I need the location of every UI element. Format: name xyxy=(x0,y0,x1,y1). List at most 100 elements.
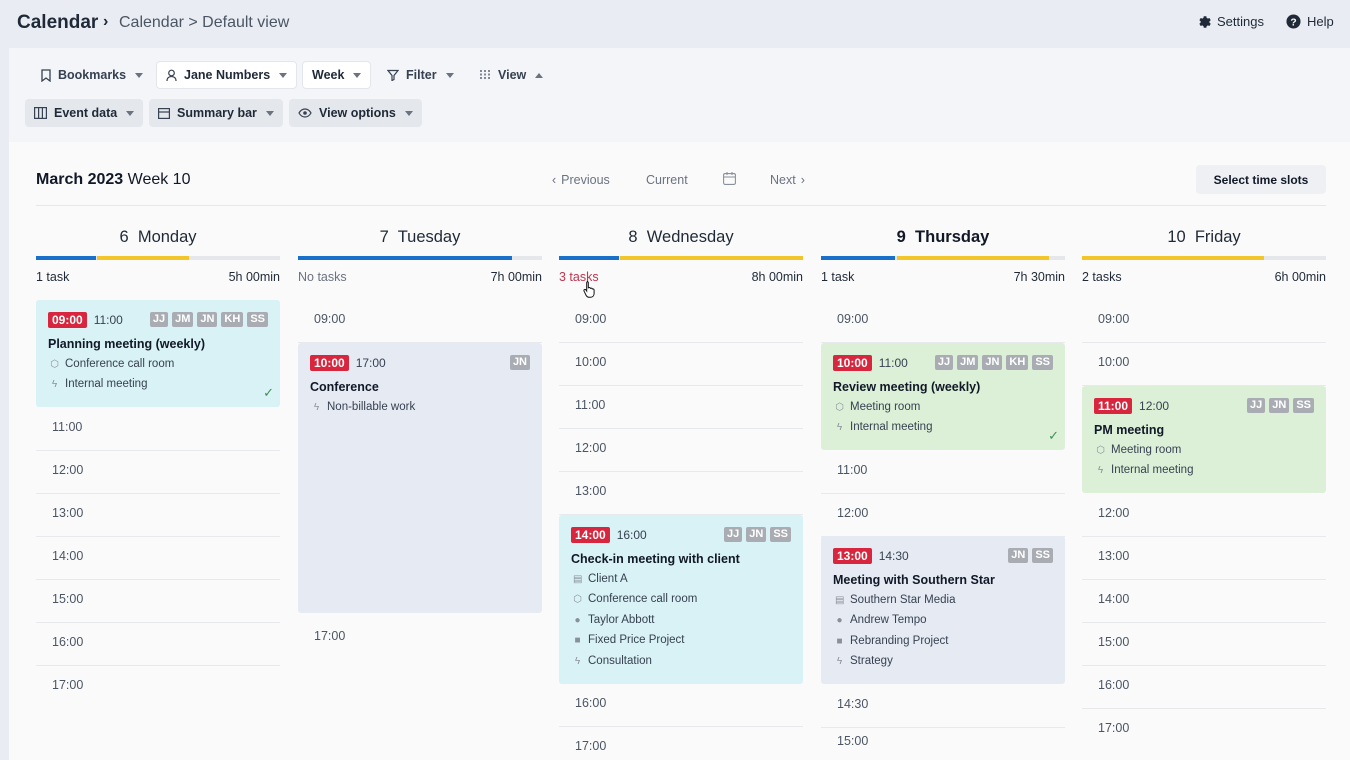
view-options-dropdown[interactable]: View options xyxy=(289,99,422,127)
event-card[interactable]: 14:00 16:00 JJ JN SS Check-in meeting wit… xyxy=(559,515,803,684)
time-slot[interactable]: 14:00 xyxy=(1082,580,1326,623)
event-end-time: 11:00 xyxy=(878,356,908,370)
top-header: Calendar › Calendar > Default view Setti… xyxy=(0,0,1350,48)
range-dropdown[interactable]: Week xyxy=(302,61,372,89)
select-time-slots-button[interactable]: Select time slots xyxy=(1196,165,1326,194)
time-slot[interactable]: 13:00 xyxy=(559,472,803,515)
time-slot[interactable]: 13:00 xyxy=(36,494,280,537)
event-title: Planning meeting (weekly) xyxy=(48,337,205,351)
time-slot[interactable]: 11:00 xyxy=(821,451,1065,494)
help-button[interactable]: ? Help xyxy=(1286,14,1334,29)
event-card[interactable]: 13:00 14:30 JN SS Meeting with Southern S… xyxy=(821,536,1065,684)
day-column-tuesday: 7 Tuesday No tasks 7h 00min 09:00 10:00 1… xyxy=(298,220,542,760)
avatar: JJ xyxy=(934,355,954,370)
breadcrumb-separator: › xyxy=(103,13,109,30)
filter-dropdown[interactable]: Filter xyxy=(378,61,463,89)
bolt-icon: ϟ xyxy=(51,378,58,390)
task-count[interactable]: 2 tasks xyxy=(1082,270,1122,284)
user-icon xyxy=(166,69,177,81)
settings-button[interactable]: Settings xyxy=(1197,14,1264,29)
day-progress-bar xyxy=(298,256,542,260)
time-slot[interactable]: 17:00 xyxy=(36,666,280,709)
time-slot[interactable]: 09:00 xyxy=(821,300,1065,343)
time-slot[interactable]: 12:00 xyxy=(559,429,803,472)
day-header[interactable]: 9 Thursday xyxy=(821,228,1065,247)
event-card[interactable]: 10:00 17:00 JN Conference ϟ Non-billable w… xyxy=(298,343,542,613)
building-icon: ▤ xyxy=(573,573,583,585)
task-count[interactable]: No tasks xyxy=(298,270,347,284)
user-dropdown[interactable]: Jane Numbers xyxy=(156,61,298,89)
time-slot[interactable]: 09:00 xyxy=(559,300,803,343)
time-slot[interactable]: 13:00 xyxy=(1082,537,1326,580)
next-label: Next xyxy=(770,173,796,187)
time-slot[interactable]: 09:00 xyxy=(298,300,542,343)
time-slot[interactable]: 10:00 xyxy=(1082,343,1326,386)
time-slot[interactable]: 10:00 xyxy=(559,343,803,386)
day-header[interactable]: 7 Tuesday xyxy=(298,228,542,247)
time-slot[interactable]: 16:00 xyxy=(559,684,803,727)
event-card[interactable]: 10:00 11:00 JJ JM JN KH SS Review meeting… xyxy=(821,343,1065,450)
cube-icon: ⬡ xyxy=(835,401,844,413)
avatar: SS xyxy=(1032,548,1053,563)
time-slot[interactable]: 11:00 xyxy=(36,408,280,451)
day-column-friday: 10 Friday 2 tasks 6h 00min 09:00 10:00 1… xyxy=(1082,220,1326,760)
time-slot[interactable]: 12:00 xyxy=(821,494,1065,537)
bolt-icon: ϟ xyxy=(1097,464,1104,476)
time-slot[interactable]: 17:00 xyxy=(1082,709,1326,752)
next-button[interactable]: Next › xyxy=(770,173,805,187)
time-slot[interactable]: 15:00 xyxy=(36,580,280,623)
time-slot[interactable]: 17:00 xyxy=(298,617,542,660)
task-count[interactable]: 1 task xyxy=(821,270,854,284)
calendar-main: March 2023 Week 10 ‹ Previous Current Ne… xyxy=(9,142,1350,760)
time-slot[interactable]: 15:00 xyxy=(1082,623,1326,666)
time-slot[interactable]: 11:00 xyxy=(559,386,803,429)
check-icon: ✓ xyxy=(1048,428,1059,443)
time-slot[interactable]: 15:00 xyxy=(821,722,1065,760)
avatar: JN xyxy=(746,527,767,542)
day-column-thursday: 9 Thursday 1 task 7h 30min 09:00 10:00 11… xyxy=(821,220,1065,760)
day-header[interactable]: 10 Friday xyxy=(1082,228,1326,247)
calendar-picker-button[interactable] xyxy=(723,172,736,185)
day-header[interactable]: 6 Monday xyxy=(36,228,280,247)
time-slot[interactable]: 17:00 xyxy=(559,727,803,760)
time-slot[interactable]: 12:00 xyxy=(1082,494,1326,537)
breadcrumb[interactable]: Calendar > Default view xyxy=(119,14,289,32)
event-title: Meeting with Southern Star xyxy=(833,573,995,587)
event-card[interactable]: 11:00 12:00 JJ JN SS PM meeting ⬡ Meeting … xyxy=(1082,386,1326,493)
attendee-avatars: JJ JM JN KH SS xyxy=(149,312,268,327)
event-client: ▤ Southern Star Media xyxy=(835,594,956,606)
help-label: Help xyxy=(1307,14,1334,29)
event-location: ⬡ Conference call room xyxy=(50,358,175,370)
total-hours: 8h 00min xyxy=(751,270,803,284)
event-title: PM meeting xyxy=(1094,423,1165,437)
summary-bar-dropdown[interactable]: Summary bar xyxy=(149,99,283,127)
view-dropdown[interactable]: View xyxy=(470,61,552,89)
event-card[interactable]: 09:00 11:00 JJ JM JN KH SS Planning meeti… xyxy=(36,300,280,407)
total-hours: 7h 30min xyxy=(1013,270,1065,284)
previous-button[interactable]: ‹ Previous xyxy=(552,173,610,187)
bookmarks-dropdown[interactable]: Bookmarks xyxy=(32,61,152,89)
briefcase-icon: ■ xyxy=(836,635,843,647)
time-slot[interactable]: 16:00 xyxy=(36,623,280,666)
event-end-time: 16:00 xyxy=(616,528,647,542)
current-button[interactable]: Current xyxy=(646,173,688,187)
avatar: KH xyxy=(1006,355,1029,370)
check-icon: ✓ xyxy=(263,385,274,400)
person-icon: ● xyxy=(574,614,581,626)
task-count[interactable]: 1 task xyxy=(36,270,69,284)
time-slot[interactable]: 12:00 xyxy=(36,451,280,494)
avatar: JJ xyxy=(149,312,169,327)
avatar: JM xyxy=(957,355,979,370)
time-slot[interactable]: 09:00 xyxy=(1082,300,1326,343)
time-slot[interactable]: 16:00 xyxy=(1082,666,1326,709)
event-start-time: 14:00 xyxy=(571,527,610,543)
time-slot[interactable]: 14:00 xyxy=(36,537,280,580)
event-project: ■ Rebranding Project xyxy=(836,635,949,647)
chevron-down-icon xyxy=(265,110,274,116)
columns-icon xyxy=(34,107,47,119)
user-label: Jane Numbers xyxy=(184,68,271,82)
event-data-dropdown[interactable]: Event data xyxy=(25,99,144,127)
day-header[interactable]: 8 Wednesday xyxy=(559,228,803,247)
eye-icon xyxy=(298,108,312,118)
chevron-up-icon xyxy=(535,72,544,78)
